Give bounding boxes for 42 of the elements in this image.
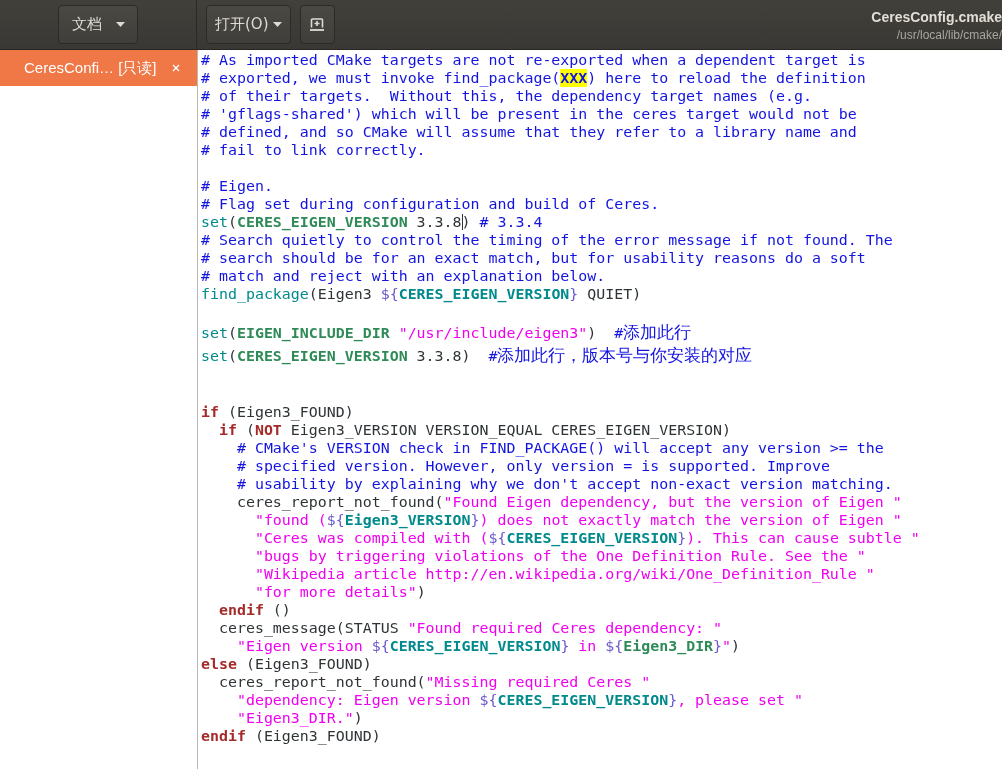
- code-line: # defined, and so CMake will assume that they refer to a library name and: [201, 123, 857, 141]
- code-line: "Wikipedia article http://en.wikipedia.org/wiki/One_Definition_Rule ": [254, 565, 875, 583]
- code-line: # search should be for an exact match, but for usability reasons do a soft: [201, 249, 866, 267]
- code-line: # Flag set during configuration and build of Ceres.: [201, 195, 660, 213]
- code-line: # fail to link correctly.: [201, 141, 426, 159]
- new-tab-button[interactable]: [299, 5, 335, 44]
- code-line: # specified version. However, only version = is supported. Improve: [236, 457, 830, 475]
- code-line: if (Eigen3_FOUND): [201, 403, 354, 421]
- code-line: ceres_report_not_found("Missing required Ceres ": [218, 673, 651, 691]
- code-line: "Eigen3_DIR."): [236, 709, 363, 727]
- code-line: "bugs by triggering violations of the One Definition Rule. See the ": [254, 547, 866, 565]
- code-line: # usability by explaining why we don't accept non-exact version matching.: [236, 475, 893, 493]
- close-icon[interactable]: [172, 64, 180, 72]
- code-line: "dependency: Eigen version ${CERES_EIGEN_VERSION}, please set ": [236, 691, 803, 709]
- caret-icon: [116, 22, 125, 27]
- code-line: "Ceres was compiled with (${CERES_EIGEN_VERSION}). This can cause subtle ": [254, 529, 920, 547]
- caret-icon: [272, 22, 282, 27]
- code-line: if (NOT Eigen3_VERSION VERSION_EQUAL CERES_EIGEN_VERSION): [218, 421, 732, 439]
- code-line: ceres_report_not_found("Found Eigen dependency, but the version of Eigen ": [236, 493, 902, 511]
- window-subtitle: /usr/local/lib/cmake/: [896, 28, 1002, 42]
- code-line: set(EIGEN_INCLUDE_DIR "/usr/include/eigen3") #添加此行: [201, 324, 692, 342]
- code-line: "found (${Eigen3_VERSION}) does not exactly match the version of Eigen ": [254, 511, 902, 529]
- code-line: # Search quietly to control the timing of the error message if not found. The: [201, 231, 893, 249]
- window-title: CeresConfig.cmake: [871, 9, 1002, 25]
- code-line: # As imported CMake targets are not re-exported when a dependent target is: [201, 51, 866, 69]
- code-line: set(CERES_EIGEN_VERSION 3.3.8) #添加此行，版本号与你安装的对应: [201, 347, 753, 365]
- code-line: endif (): [218, 601, 291, 619]
- code-line: set(CERES_EIGEN_VERSION 3.3.8) # 3.3.4: [201, 213, 543, 231]
- code-line: # of their targets. Without this, the dependency target names (e.g.: [201, 87, 812, 105]
- plus-box-icon: [310, 18, 324, 31]
- open-menu-button[interactable]: 打开(O): [206, 5, 291, 44]
- code-line: # CMake's VERSION check in FIND_PACKAGE() will accept any version >= the: [236, 439, 884, 457]
- code-line: find_package(Eigen3 ${CERES_EIGEN_VERSION} QUIET): [201, 285, 642, 303]
- code-line: endif (Eigen3_FOUND): [201, 727, 381, 745]
- code-line: "for more details"): [254, 583, 426, 601]
- code-line: # 'gflags-shared') which will be present in the ceres target would not be: [201, 105, 857, 123]
- code-line: ceres_message(STATUS "Found required Ceres dependency: ": [218, 619, 723, 637]
- code-line: # match and reject with an explanation below.: [201, 267, 606, 285]
- code-line: else (Eigen3_FOUND): [201, 655, 372, 673]
- code-line: "Eigen version ${CERES_EIGEN_VERSION} in ${Eigen3_DIR}"): [236, 637, 741, 655]
- documents-menu-button[interactable]: 文档: [58, 5, 138, 44]
- code-line: # Eigen.: [201, 177, 273, 195]
